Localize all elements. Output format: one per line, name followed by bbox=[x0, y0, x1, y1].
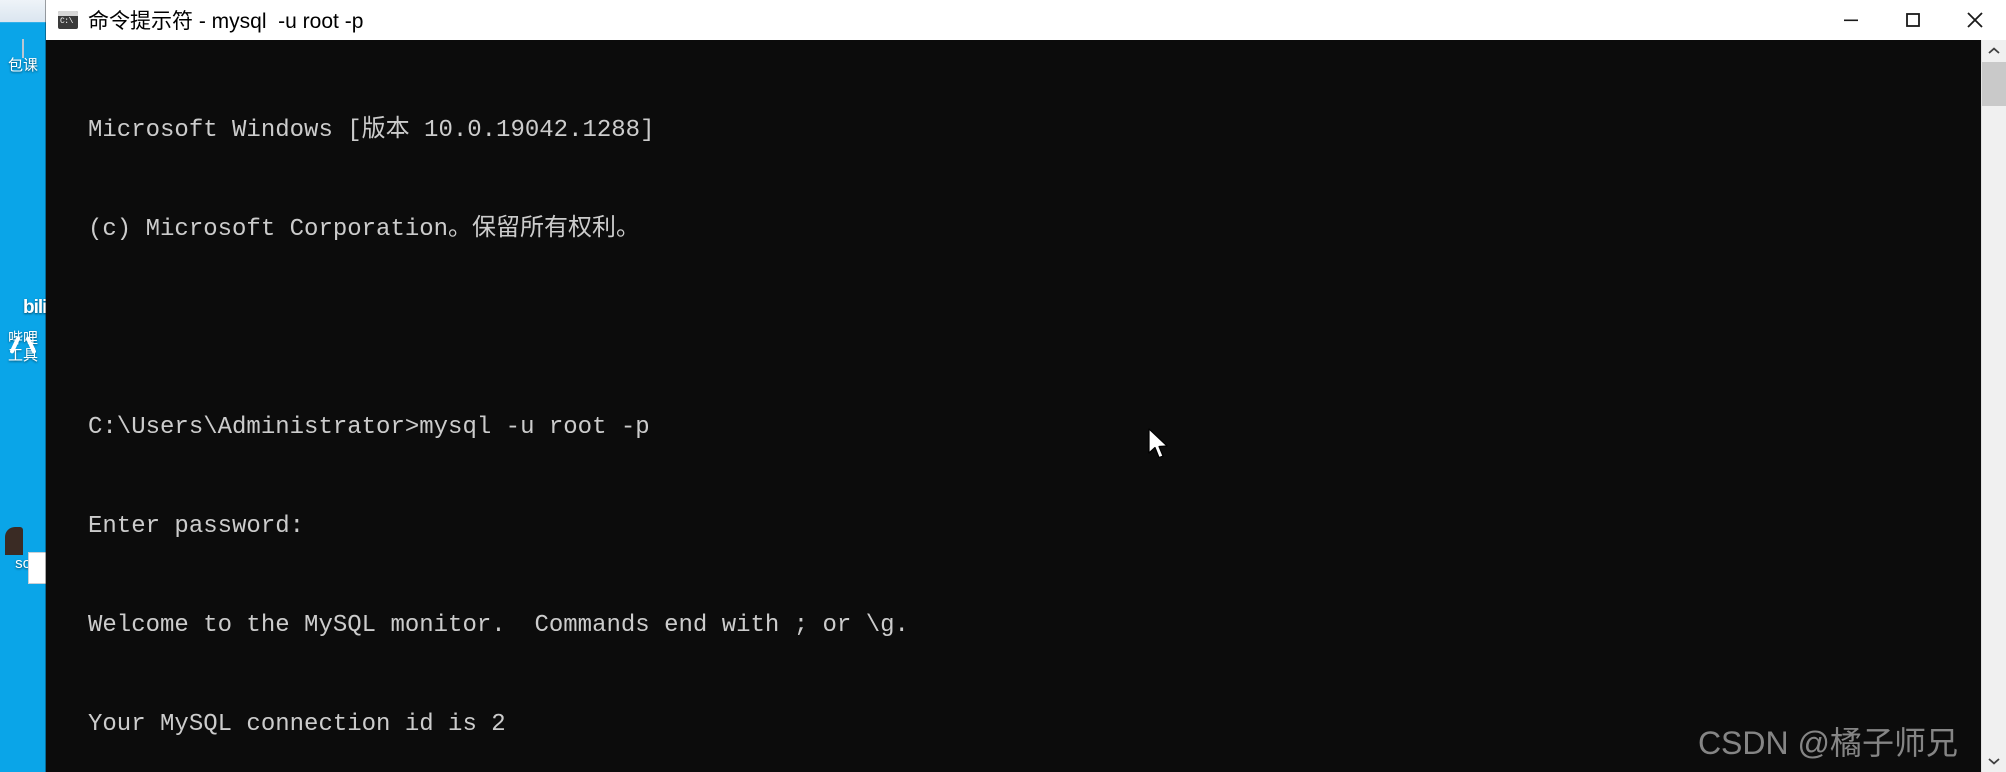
close-icon bbox=[1967, 12, 1983, 28]
console-line: Welcome to the MySQL monitor. Commands e… bbox=[88, 612, 909, 639]
wallpaper-top-band bbox=[0, 0, 46, 40]
desktop-icon-bilibili-label2: 工具 bbox=[7, 347, 38, 364]
desktop-icon-document-label: 包课 bbox=[7, 57, 38, 74]
desktop-icon-document[interactable]: 包课 bbox=[0, 39, 46, 74]
document-icon bbox=[0, 39, 46, 58]
desktop-icon-bilibili-label: 哔哩 bbox=[7, 330, 38, 347]
desktop-icon-folder[interactable]: so bbox=[0, 555, 46, 572]
window-title: 命令提示符 - mysql -u root -p bbox=[88, 10, 364, 33]
desktop-background: 包课 bilibi 哔哩 工具 so bbox=[0, 0, 46, 772]
cmd-console-icon: C:\ bbox=[58, 11, 78, 29]
vertical-scrollbar[interactable] bbox=[1981, 40, 2006, 772]
maximize-button[interactable] bbox=[1882, 0, 1944, 40]
minimize-icon bbox=[1844, 19, 1858, 22]
minimize-button[interactable] bbox=[1820, 0, 1882, 40]
console-line: C:\Users\Administrator>mysql -u root -p bbox=[88, 414, 650, 441]
console-line: Microsoft Windows [版本 10.0.19042.1288] bbox=[88, 117, 655, 144]
console-line: Enter password: bbox=[88, 513, 305, 540]
console-line: (c) Microsoft Corporation。保留所有权利。 bbox=[88, 216, 641, 243]
watermark-text: CSDN @橘子师兄 bbox=[1697, 725, 1958, 761]
chevron-down-icon bbox=[1988, 758, 2000, 765]
console-output-area[interactable]: Microsoft Windows [版本 10.0.19042.1288] (… bbox=[46, 40, 1982, 772]
scrollbar-thumb[interactable] bbox=[1982, 62, 2006, 106]
scroll-up-button[interactable] bbox=[1982, 40, 2006, 62]
scroll-down-button[interactable] bbox=[1982, 750, 2006, 772]
desktop-icon-bilibili[interactable]: bilibi 哔哩 工具 bbox=[0, 298, 46, 364]
close-button[interactable] bbox=[1944, 0, 2006, 40]
maximize-icon bbox=[1906, 13, 1920, 27]
window-titlebar[interactable]: C:\ 命令提示符 - mysql -u root -p bbox=[46, 0, 2006, 40]
command-prompt-window: C:\ 命令提示符 - mysql -u root -p Microsoft W… bbox=[46, 0, 2006, 772]
chevron-up-icon bbox=[1988, 47, 2000, 54]
